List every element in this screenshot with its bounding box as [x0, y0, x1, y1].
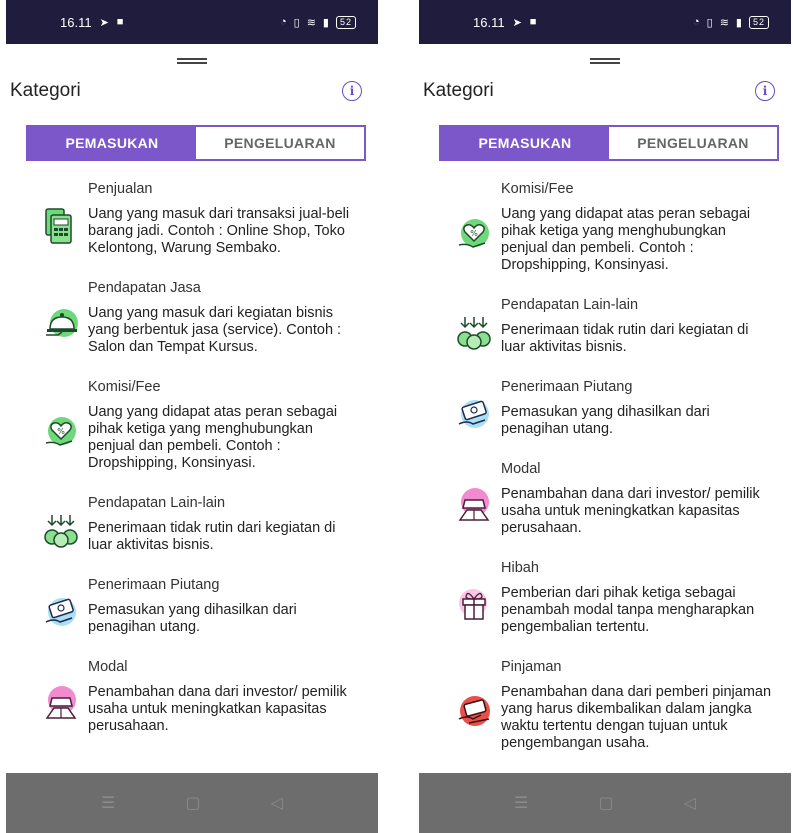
page-title: Kategori — [10, 80, 81, 101]
category-tabs: PEMASUKAN PENGELUARAN — [26, 125, 366, 161]
wifi-icon: ≋ — [306, 16, 317, 29]
status-time: 16.11 — [60, 14, 92, 30]
gift-icon — [459, 589, 487, 620]
tab-expense[interactable]: PENGELUARAN — [196, 127, 364, 159]
category-description: Uang yang masuk dari kegiatan bisnis yan… — [88, 305, 342, 355]
category-list: % Komisi/Fee Uang yang didapat atas pera… — [419, 161, 791, 752]
navigation-icon: ➤ — [99, 16, 109, 29]
list-item[interactable]: Penerimaan Piutang Pemasukan yang dihasi… — [6, 571, 378, 636]
signal-icon: ▮ — [322, 16, 330, 29]
wifi-icon: ≋ — [719, 16, 730, 29]
sheet-header: Kategori i — [6, 80, 378, 102]
menu-icon[interactable]: ☰ — [514, 793, 528, 813]
phone-screen-right: 16.11 ➤ ■ ◔ ▯ ≋ ▮ 52 Kategori i PEMASUKA… — [419, 0, 791, 833]
tab-income[interactable]: PEMASUKAN — [441, 127, 609, 159]
category-description: Uang yang masuk dari transaksi jual-beli… — [88, 206, 350, 256]
home-icon[interactable]: ▢ — [598, 793, 613, 813]
status-bar: 16.11 ➤ ■ ◔ ▯ ≋ ▮ 52 — [419, 0, 791, 44]
category-description: Uang yang didapat atas peran sebagai pih… — [88, 404, 338, 471]
list-item[interactable]: Pendapatan Jasa Uang yang masuk dari keg… — [6, 274, 378, 356]
back-icon[interactable]: ◁ — [684, 793, 696, 813]
system-nav-bar: ☰ ▢ ◁ — [419, 773, 791, 833]
category-name: Pendapatan Jasa — [88, 280, 201, 296]
alarm-icon: ◔ — [692, 16, 701, 28]
category-name: Modal — [88, 659, 128, 675]
home-icon[interactable]: ▢ — [185, 793, 200, 813]
phone-screen-left: 16.11 ➤ ■ ◔ ▯ ≋ ▮ 52 Kategori i PEMASUKA… — [6, 0, 378, 833]
status-time: 16.11 — [473, 14, 505, 30]
category-name: Penjualan — [88, 181, 153, 197]
tab-income[interactable]: PEMASUKAN — [28, 127, 196, 159]
sheet-header: Kategori i — [419, 80, 791, 102]
category-tabs: PEMASUKAN PENGELUARAN — [439, 125, 779, 161]
page-title: Kategori — [423, 80, 494, 101]
list-item[interactable]: Modal Penambahan dana dari investor/ pem… — [6, 653, 378, 735]
navigation-icon: ➤ — [512, 16, 522, 29]
commission-icon: % — [458, 218, 489, 248]
lock-icon: ■ — [116, 16, 124, 28]
category-description: Penambahan dana dari pemberi pinjaman ya… — [501, 684, 772, 751]
coins-icon — [44, 514, 78, 548]
list-item[interactable]: % Komisi/Fee Uang yang didapat atas pera… — [419, 175, 791, 274]
category-name: Komisi/Fee — [501, 181, 574, 197]
category-name: Penerimaan Piutang — [88, 577, 220, 593]
battery-icon: 52 — [335, 15, 356, 29]
back-icon[interactable]: ◁ — [271, 793, 283, 813]
category-description: Pemasukan yang dihasilkan dari penagihan… — [501, 404, 710, 437]
system-nav-bar: ☰ ▢ ◁ — [6, 773, 378, 833]
category-description: Penerimaan tidak rutin dari kegiatan di … — [88, 520, 336, 553]
list-item[interactable]: Pinjaman Penambahan dana dari pemberi pi… — [419, 653, 791, 752]
tab-expense[interactable]: PENGELUARAN — [609, 127, 777, 159]
commission-icon: % — [45, 416, 76, 446]
category-name: Pendapatan Lain-lain — [88, 495, 226, 511]
list-item[interactable]: Modal Penambahan dana dari investor/ pem… — [419, 455, 791, 537]
category-name: Pendapatan Lain-lain — [501, 297, 639, 313]
service-icon — [46, 309, 78, 337]
receivable-icon — [458, 399, 489, 428]
svg-text:%: % — [57, 427, 65, 436]
list-item[interactable]: % Komisi/Fee Uang yang didapat atas pera… — [6, 373, 378, 472]
vibrate-icon: ▯ — [706, 16, 714, 29]
category-name: Komisi/Fee — [88, 379, 161, 395]
status-bar: 16.11 ➤ ■ ◔ ▯ ≋ ▮ 52 — [6, 0, 378, 44]
sheet-drag-handle[interactable] — [177, 58, 207, 64]
category-description: Penambahan dana dari investor/ pemilik u… — [88, 684, 347, 734]
category-description: Penambahan dana dari investor/ pemilik u… — [501, 486, 760, 536]
svg-text:%: % — [470, 229, 478, 238]
list-item[interactable]: Penjualan Uang yang masuk dari transaksi… — [6, 175, 378, 257]
list-item[interactable]: Penerimaan Piutang Pemasukan yang dihasi… — [419, 373, 791, 438]
category-name: Penerimaan Piutang — [501, 379, 633, 395]
vibrate-icon: ▯ — [293, 16, 301, 29]
list-item[interactable]: Pendapatan Lain-lain Penerimaan tidak ru… — [6, 489, 378, 554]
alarm-icon: ◔ — [279, 16, 288, 28]
loan-icon — [458, 695, 490, 726]
signal-icon: ▮ — [735, 16, 743, 29]
shop-icon — [45, 208, 72, 244]
receivable-icon — [45, 597, 76, 626]
category-list: Penjualan Uang yang masuk dari transaksi… — [6, 161, 378, 735]
list-item[interactable]: Pendapatan Lain-lain Penerimaan tidak ru… — [419, 291, 791, 356]
category-name: Pinjaman — [501, 659, 562, 675]
capital-icon — [45, 686, 77, 719]
category-description: Pemberian dari pihak ketiga sebagai pena… — [501, 585, 755, 635]
info-icon[interactable]: i — [342, 81, 362, 101]
sheet-drag-handle[interactable] — [590, 58, 620, 64]
category-name: Hibah — [501, 560, 539, 576]
lock-icon: ■ — [529, 16, 537, 28]
category-description: Pemasukan yang dihasilkan dari penagihan… — [88, 602, 297, 635]
coins-icon — [457, 316, 491, 350]
battery-icon: 52 — [748, 15, 769, 29]
capital-icon — [458, 488, 490, 521]
category-description: Uang yang didapat atas peran sebagai pih… — [501, 206, 751, 273]
category-description: Penerimaan tidak rutin dari kegiatan di … — [501, 322, 749, 355]
category-name: Modal — [501, 461, 541, 477]
list-item[interactable]: Hibah Pemberian dari pihak ketiga sebaga… — [419, 554, 791, 636]
info-icon[interactable]: i — [755, 81, 775, 101]
menu-icon[interactable]: ☰ — [101, 793, 115, 813]
